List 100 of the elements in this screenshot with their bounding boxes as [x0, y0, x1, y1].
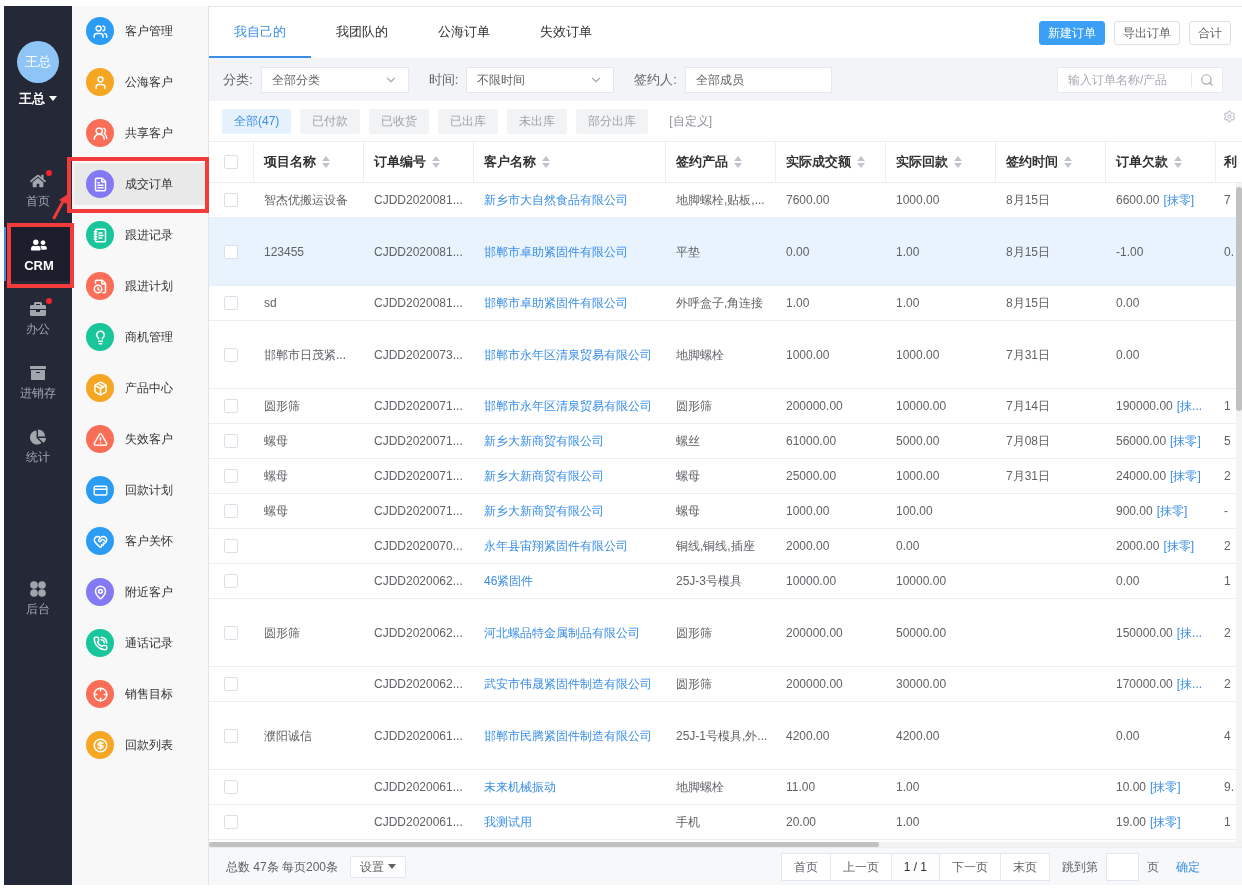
table-cell: CJDD2020071... [374, 504, 463, 518]
confirm-link[interactable]: 确定 [1176, 857, 1200, 876]
checkbox[interactable] [224, 677, 238, 691]
round-off-link[interactable]: [抹零] [1150, 813, 1181, 831]
sidebar-item[interactable]: 失效客户 [74, 418, 206, 460]
checkbox[interactable] [224, 539, 238, 553]
nav-item[interactable]: CRM [4, 227, 72, 281]
scrollbar-thumb[interactable] [1236, 187, 1242, 411]
column-header: 利 [1224, 153, 1237, 172]
checkbox[interactable] [224, 574, 238, 588]
settings-icon[interactable] [1223, 109, 1236, 123]
checkbox[interactable] [224, 434, 238, 448]
sort-icon[interactable] [857, 156, 865, 168]
table-row[interactable]: 123455 CJDD2020081... 邯郸市卓助紧固件有限公司 平垫 0.00 1.00 8月15日 -1.00 0. [209, 218, 1236, 286]
checkbox[interactable] [224, 155, 238, 169]
toolbar-button[interactable]: 导出订单 [1114, 20, 1180, 45]
checkbox[interactable] [224, 399, 238, 413]
user-menu[interactable]: 王总 [19, 92, 57, 105]
checkbox[interactable] [224, 728, 238, 743]
nav-item[interactable]: 统计 [26, 429, 50, 463]
page-button[interactable]: 首页 [780, 852, 831, 881]
sidebar-item[interactable]: 成交订单 [74, 163, 206, 205]
round-off-link[interactable]: [抹零] [1156, 502, 1188, 520]
sidebar-item[interactable]: 通话记录 [74, 622, 206, 664]
horizontal-scrollbar[interactable] [209, 842, 1242, 847]
toolbar-button[interactable]: 合计 [1189, 20, 1231, 45]
table-cell: CJDD2020073... [374, 347, 463, 362]
sidebar-item[interactable]: 客户管理 [74, 10, 206, 52]
sidebar-item[interactable]: 共享客户 [74, 112, 206, 154]
customer-link[interactable]: 新乡大新商贸有限公司 [484, 504, 604, 518]
sidebar-item[interactable]: 跟进计划 [74, 265, 206, 307]
checkbox[interactable] [224, 193, 238, 207]
sort-icon[interactable] [954, 156, 962, 168]
customer-link[interactable]: 邯郸市永年区清泉贸易有限公司 [484, 347, 652, 362]
tab[interactable]: 失效订单 [515, 7, 617, 58]
round-off-link[interactable]: [抹... [1176, 397, 1203, 415]
customer-link[interactable]: 邯郸市永年区清泉贸易有限公司 [484, 399, 652, 413]
table-cell: 7月14日 [1006, 399, 1051, 413]
sidebar-item[interactable]: 回款计划 [74, 469, 206, 511]
sidebar-item[interactable]: 产品中心 [74, 367, 206, 409]
sort-icon[interactable] [432, 156, 440, 168]
round-off-link[interactable]: [抹零] [1170, 467, 1201, 485]
sidebar-item[interactable]: 回款列表 [74, 724, 206, 766]
sort-icon[interactable] [1064, 156, 1072, 168]
sort-icon[interactable] [1174, 156, 1182, 168]
customer-link[interactable]: 新乡市大自然食品有限公司 [484, 193, 628, 207]
vertical-scrollbar[interactable] [1236, 183, 1242, 842]
round-off-link[interactable]: [抹... [1176, 675, 1203, 693]
select-field[interactable]: 不限时间 [466, 66, 615, 93]
caret-down-icon [388, 864, 397, 869]
sidebar-item[interactable]: 跟进记录 [74, 214, 206, 256]
nav-item[interactable]: 办公 [26, 301, 50, 335]
checkbox[interactable] [224, 504, 238, 518]
page-suffix: 页 [1147, 858, 1159, 876]
sort-icon[interactable] [322, 156, 330, 168]
nav-item[interactable]: 首页 [26, 173, 50, 207]
sidebar-item[interactable]: 附近客户 [74, 571, 206, 613]
checkbox[interactable] [224, 625, 238, 640]
customer-link[interactable]: 邯郸市民腾紧固件制造有限公司 [484, 728, 652, 743]
round-off-link[interactable]: [抹... [1176, 623, 1203, 642]
settings-dropdown[interactable]: 设置 [350, 855, 407, 878]
checkbox[interactable] [224, 347, 238, 362]
customer-link[interactable]: 我测试用 [484, 815, 532, 829]
customer-link[interactable]: 未来机械振动 [484, 780, 556, 794]
page-button[interactable]: 末页 [1000, 852, 1050, 881]
round-off-link[interactable]: [抹零] [1150, 778, 1181, 796]
sidebar-item[interactable]: 公海客户 [74, 61, 206, 103]
input-field[interactable]: 全部成员 [684, 66, 832, 93]
customer-link[interactable]: 河北螺品特金属制品有限公司 [484, 625, 640, 640]
customer-link[interactable]: 新乡大新商贸有限公司 [484, 434, 604, 448]
tab[interactable]: 我团队的 [311, 7, 413, 58]
page-button[interactable]: 上一页 [829, 852, 892, 881]
customer-link[interactable]: 新乡大新商贸有限公司 [484, 469, 604, 483]
table-cell: 2 [1224, 677, 1231, 691]
round-off-link[interactable]: [抹零] [1163, 191, 1195, 209]
page-button[interactable]: 下一页 [939, 852, 1001, 881]
nav-item[interactable]: 进销存 [20, 365, 56, 399]
table-cell: CJDD2020061... [374, 780, 463, 794]
round-off-link[interactable]: [抹零] [1170, 432, 1201, 450]
checkbox[interactable] [224, 780, 238, 794]
customer-link[interactable]: 武安市伟晟紧固件制造有限公司 [484, 677, 652, 691]
sidebar-item[interactable]: 销售目标 [74, 673, 206, 715]
checkbox[interactable] [224, 815, 238, 829]
round-off-link[interactable]: [抹零] [1163, 537, 1195, 555]
customer-link[interactable]: 永年县宙翔紧固件有限公司 [484, 539, 628, 553]
tab[interactable]: 公海订单 [413, 7, 515, 58]
scrollbar-thumb[interactable] [209, 842, 879, 847]
column-header: 签约时间 [1006, 153, 1058, 172]
sort-icon[interactable] [734, 156, 742, 168]
checkbox[interactable] [224, 296, 238, 310]
select-field[interactable]: 全部分类 [260, 66, 409, 93]
sidebar-item[interactable]: 客户关怀 [74, 520, 206, 562]
checkbox[interactable] [224, 244, 238, 259]
sort-icon[interactable] [542, 156, 550, 168]
checkbox[interactable] [224, 469, 238, 483]
nav-item[interactable]: 后台 [26, 581, 50, 615]
customer-link[interactable]: 邯郸市卓助紧固件有限公司 [484, 296, 628, 310]
sidebar-item[interactable]: 商机管理 [74, 316, 206, 358]
customer-link[interactable]: 46紧固件 [484, 574, 534, 588]
page-input[interactable] [1106, 852, 1139, 881]
